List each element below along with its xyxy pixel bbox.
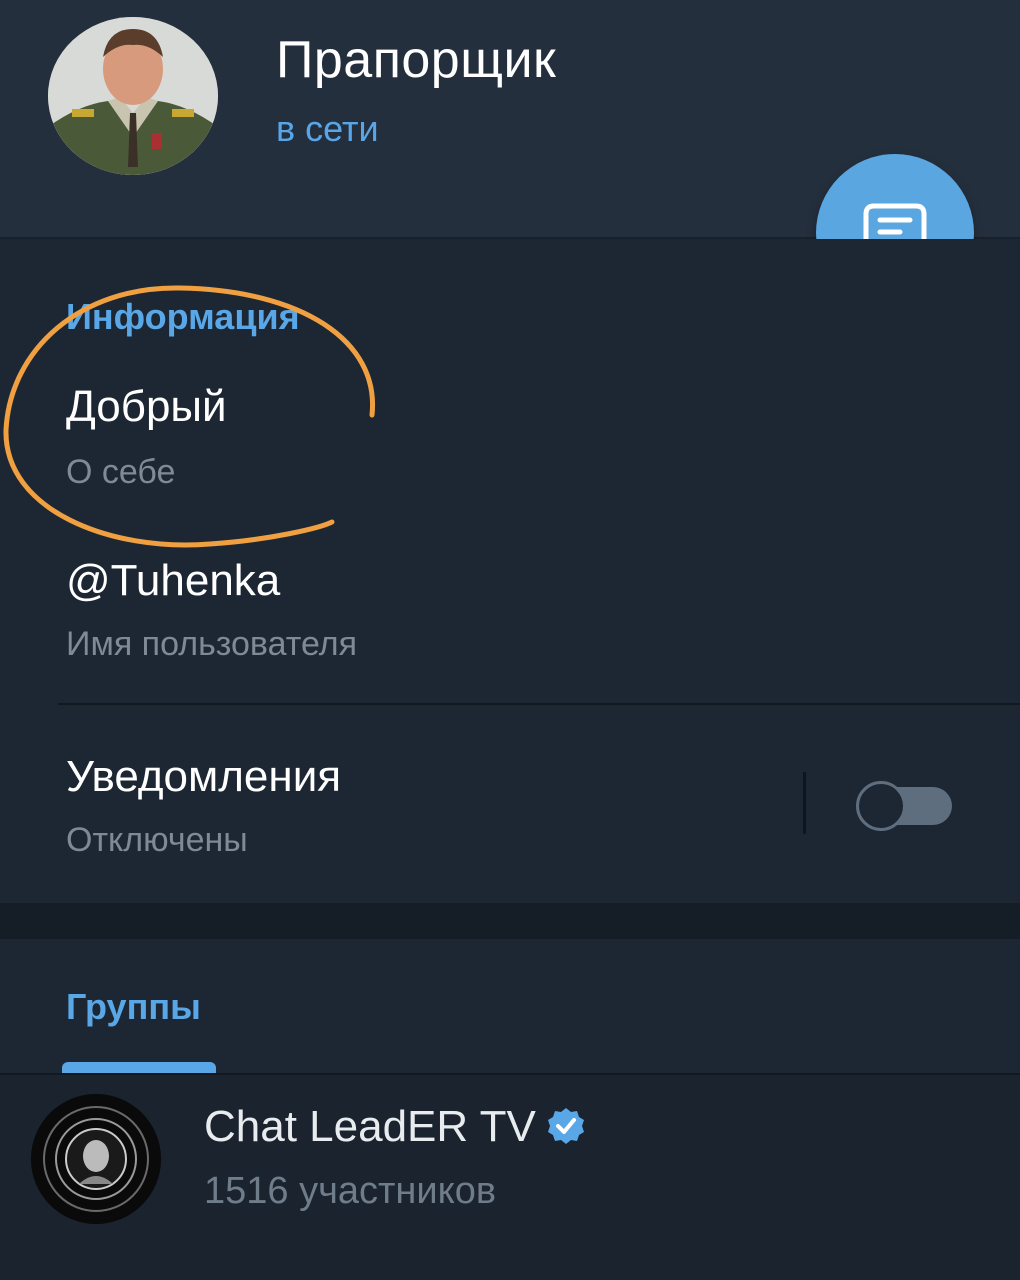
verified-badge-icon [548, 1108, 584, 1144]
vertical-separator [803, 772, 806, 834]
info-heading: Информация [66, 296, 300, 337]
tab-groups[interactable]: Группы [66, 986, 201, 1028]
group-name: Chat LeadER TV [204, 1102, 536, 1151]
username-label: Имя пользователя [66, 625, 357, 663]
online-status: в сети [276, 108, 379, 149]
toggle-knob [856, 781, 906, 831]
group-member-count: 1516 участников [204, 1170, 497, 1212]
profile-avatar[interactable] [48, 17, 218, 175]
username-value[interactable]: @Tuhenka [66, 556, 280, 606]
profile-name: Прапорщик [276, 31, 557, 89]
notifications-toggle[interactable] [856, 781, 952, 831]
bio-value[interactable]: Добрый [66, 382, 227, 432]
group-avatar[interactable] [31, 1094, 161, 1224]
notifications-title[interactable]: Уведомления [66, 752, 341, 802]
row-divider [58, 703, 1020, 705]
section-gap [0, 903, 1020, 939]
notifications-status: Отключены [66, 821, 248, 859]
bio-label: О себе [66, 453, 176, 491]
